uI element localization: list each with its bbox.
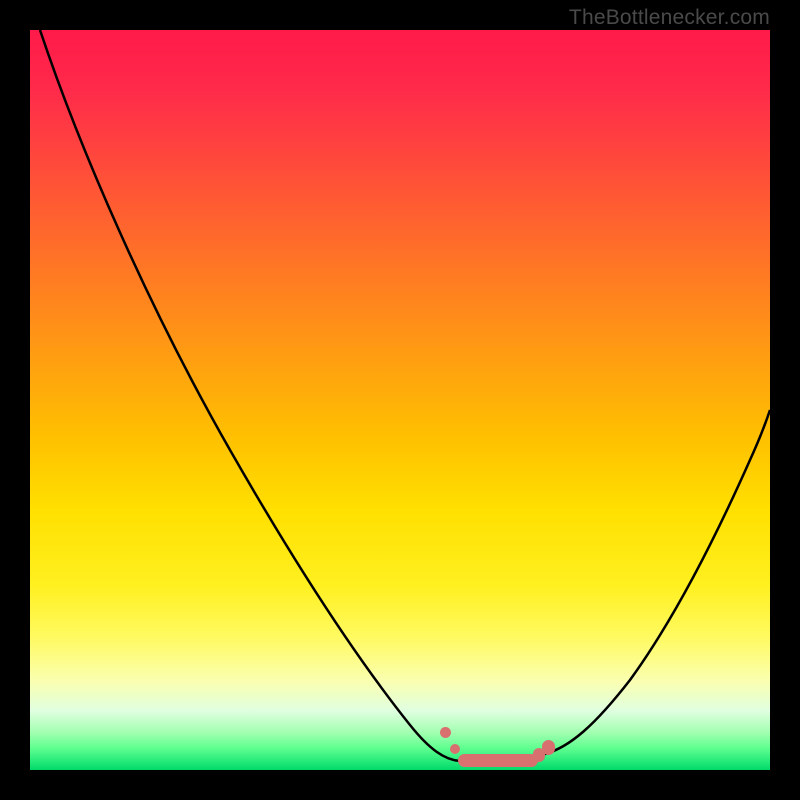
marker-dot-left: [440, 727, 451, 738]
marker-dot-left-2: [450, 744, 460, 754]
watermark-text: TheBottlenecker.com: [569, 6, 770, 30]
curve-path: [40, 30, 770, 762]
bottleneck-curve: [30, 30, 770, 770]
chart-container: TheBottlenecker.com: [0, 0, 800, 800]
marker-dot-right: [542, 740, 555, 755]
marker-band: [458, 754, 538, 767]
plot-area: [30, 30, 770, 770]
